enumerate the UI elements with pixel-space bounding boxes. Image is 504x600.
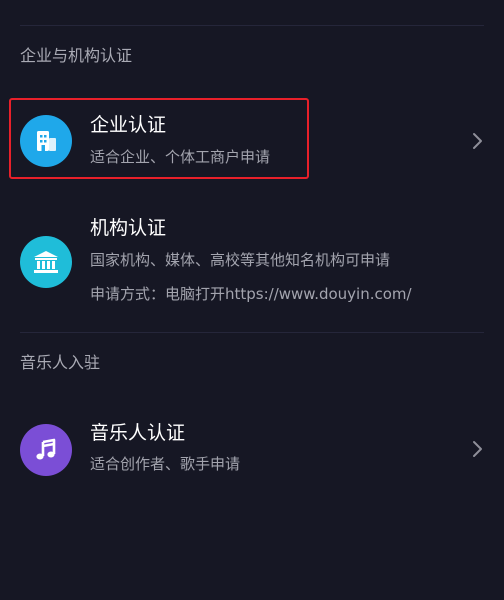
music-note-icon bbox=[36, 438, 56, 460]
musician-verification-item[interactable]: 音乐人认证 适合创作者、歌手申请 bbox=[0, 404, 504, 492]
institution-verification-line-1: 国家机构、媒体、高校等其他知名机构可申请 bbox=[90, 251, 391, 269]
musician-verification-title: 音乐人认证 bbox=[90, 422, 186, 444]
chevron-right-icon[interactable] bbox=[470, 439, 486, 459]
enterprise-verification-title: 企业认证 bbox=[90, 114, 167, 136]
enterprise-verification-subtitle: 适合企业、个体工商户申请 bbox=[90, 148, 271, 166]
middle-divider bbox=[20, 332, 484, 333]
institution-icon bbox=[34, 251, 58, 273]
chevron-right-icon[interactable] bbox=[470, 131, 486, 151]
institution-verification-line-2: 申请方式：电脑打开https://www.douyin.com/ bbox=[90, 285, 412, 303]
section-header-music: 音乐人入驻 bbox=[20, 353, 101, 372]
institution-verification-item[interactable]: 机构认证 国家机构、媒体、高校等其他知名机构可申请 申请方式：电脑打开https… bbox=[0, 200, 504, 320]
enterprise-icon-circle bbox=[20, 115, 72, 167]
musician-icon-circle bbox=[20, 424, 72, 476]
enterprise-verification-item[interactable]: 企业认证 适合企业、个体工商户申请 bbox=[0, 98, 504, 180]
institution-verification-title: 机构认证 bbox=[90, 217, 167, 239]
musician-verification-subtitle: 适合创作者、歌手申请 bbox=[90, 455, 241, 473]
institution-icon-circle bbox=[20, 236, 72, 288]
building-icon bbox=[37, 131, 56, 151]
top-divider bbox=[20, 25, 484, 26]
section-header-enterprise: 企业与机构认证 bbox=[20, 46, 133, 65]
